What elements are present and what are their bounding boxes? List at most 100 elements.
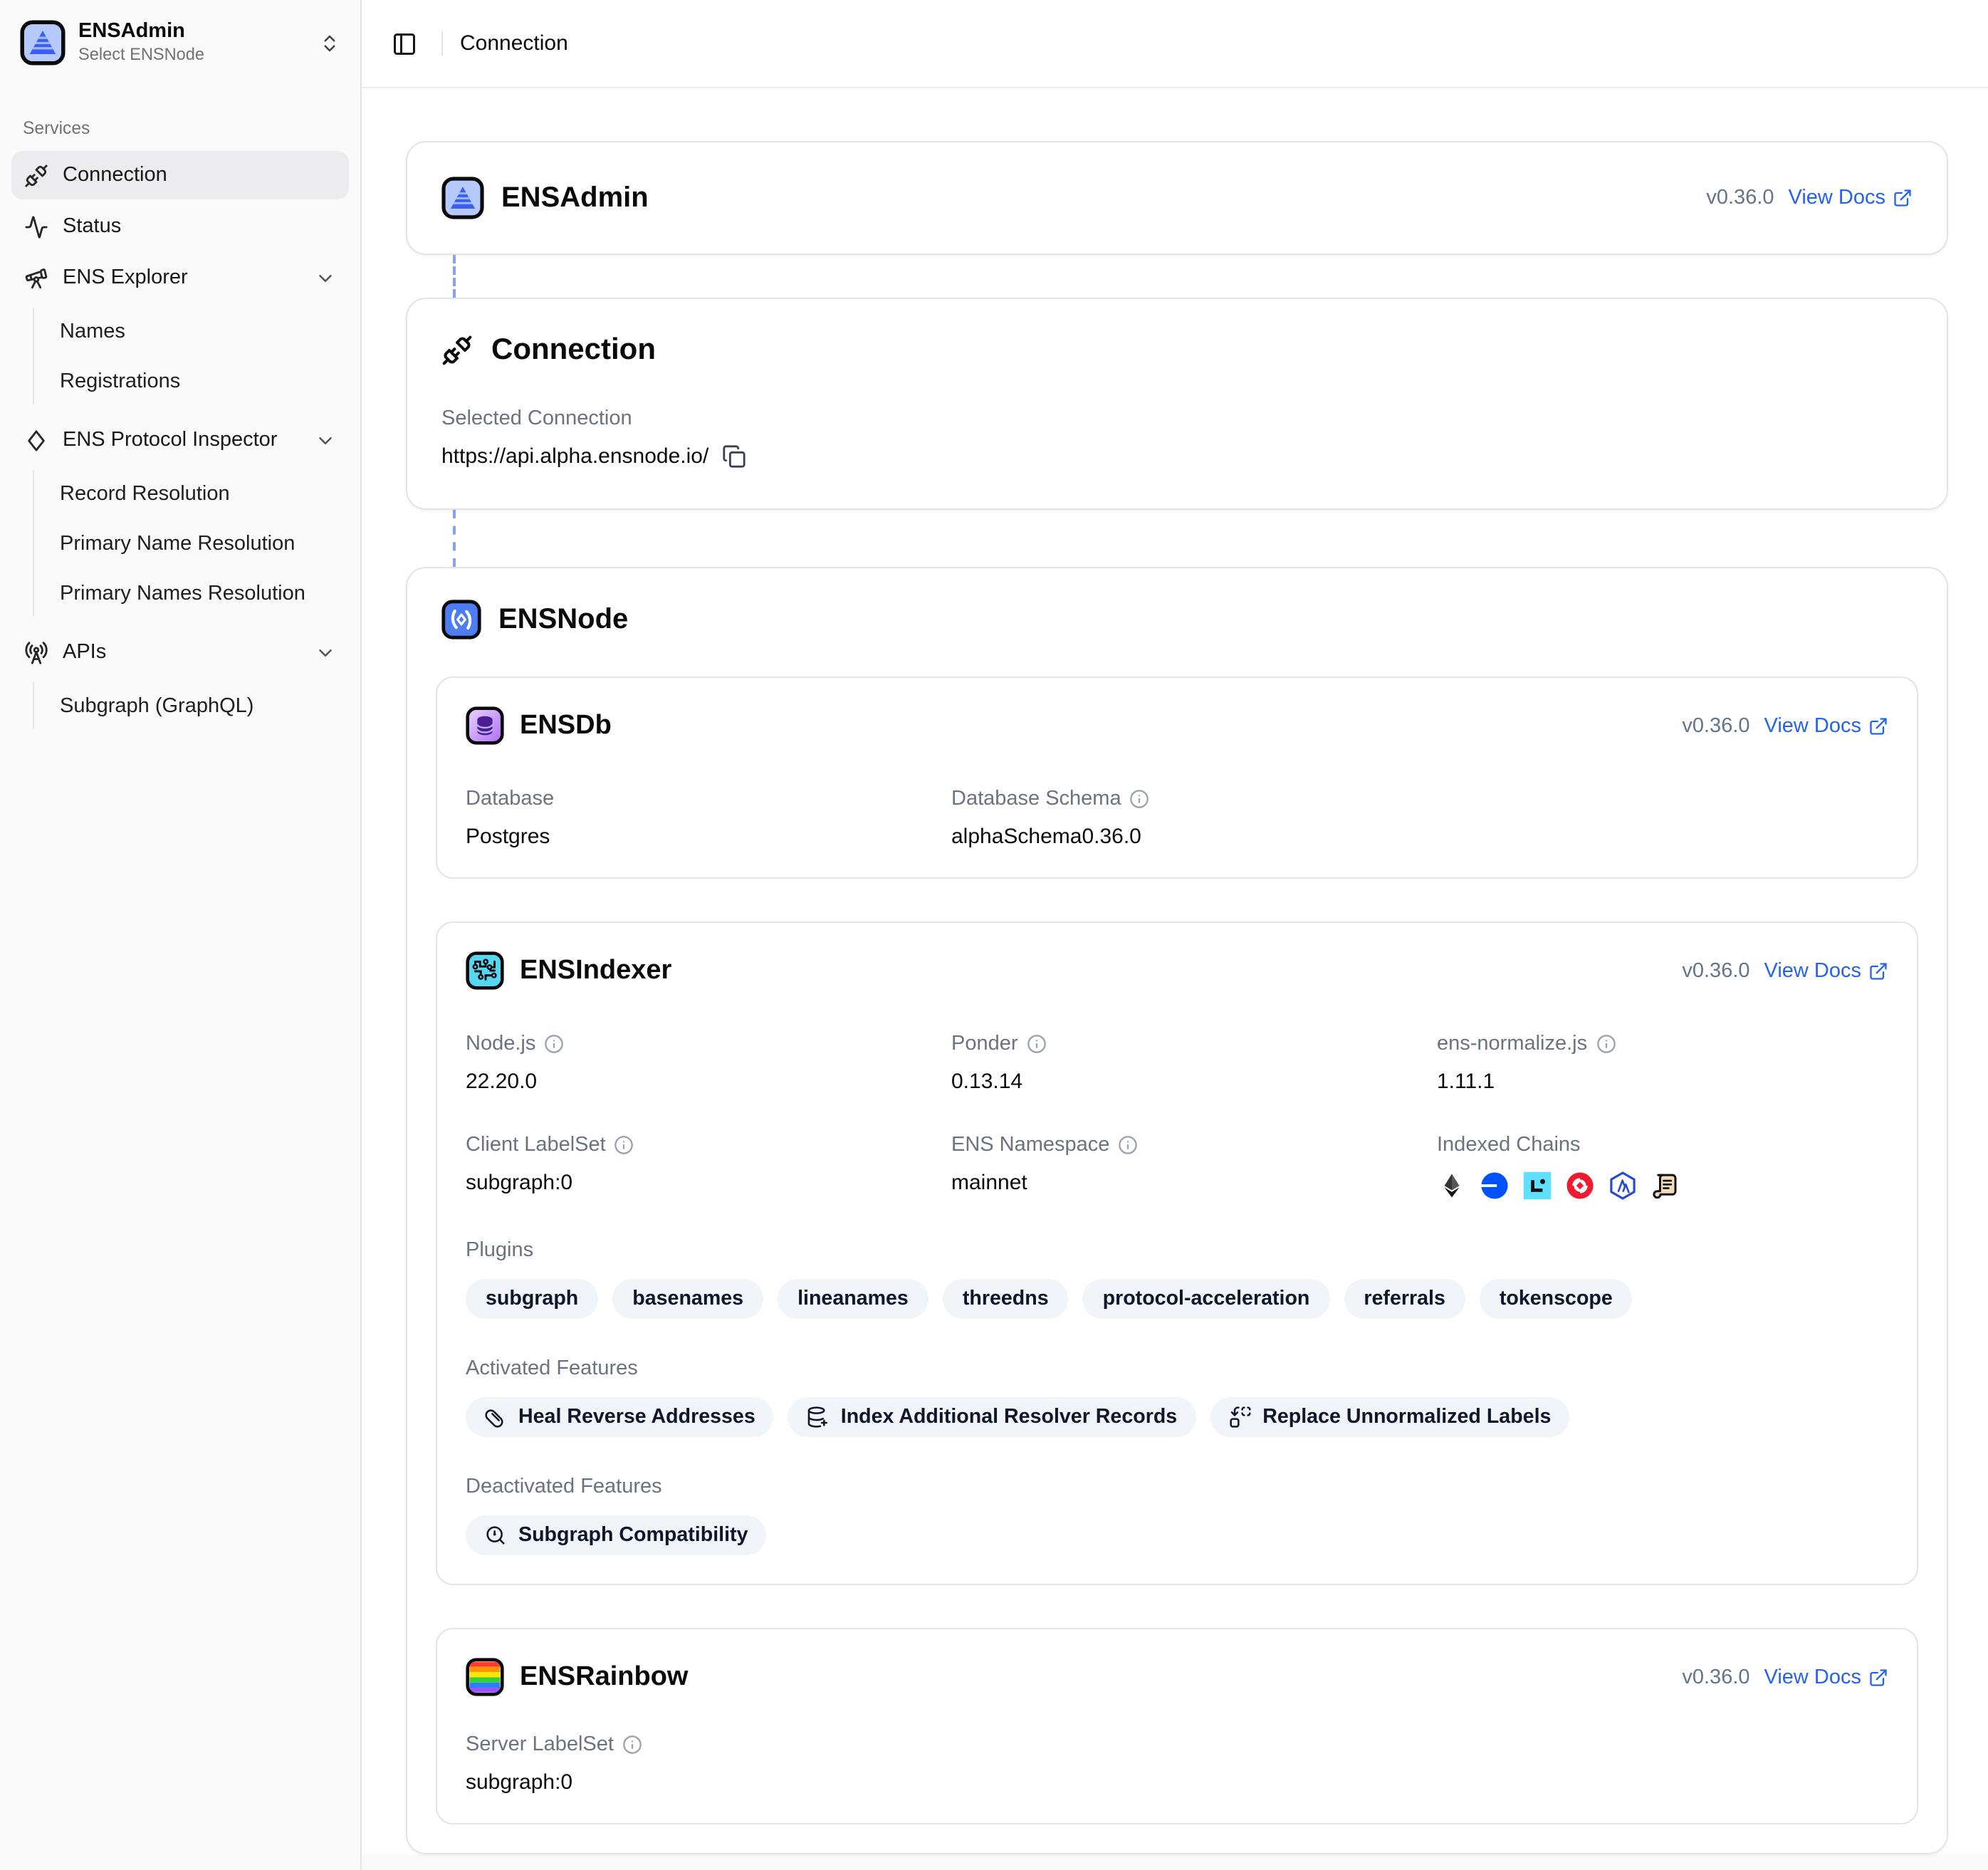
view-docs-link[interactable]: View Docs (1764, 959, 1888, 982)
view-docs-label: View Docs (1789, 187, 1885, 209)
sidebar-item-primary-name-resolution[interactable]: Primary Name Resolution (48, 520, 349, 567)
feature-label: Index Additional Resolver Records (841, 1406, 1177, 1428)
field-database: Database Postgres (466, 788, 917, 849)
ensadmin-app: ENSAdmin Select ENSNode Services Connect… (0, 0, 1988, 1870)
card-title: ENSAdmin (501, 182, 649, 214)
base-icon (1480, 1171, 1510, 1201)
subgraph-search-icon (484, 1524, 507, 1547)
activated-features-row: Heal Reverse Addresses Index Additional … (466, 1397, 1888, 1437)
ethereum-icon (1437, 1171, 1467, 1201)
scroll-icon (1650, 1171, 1680, 1201)
field-ens-normalize: ens-normalize.js 1.11.1 (1437, 1033, 1888, 1094)
ensindexer-logo-icon (466, 951, 504, 990)
version-label: v0.36.0 (1682, 1666, 1749, 1688)
ensrainbow-logo-icon (466, 1658, 504, 1696)
card-title: ENSDb (520, 710, 612, 741)
info-icon[interactable] (1130, 789, 1150, 809)
sidebar-item-label: ENS Protocol Inspector (63, 429, 277, 451)
view-docs-link[interactable]: View Docs (1764, 1666, 1888, 1688)
connector-line (453, 510, 456, 567)
sidebar-item-label: Registrations (60, 370, 180, 392)
info-icon[interactable] (1118, 1135, 1138, 1155)
sidebar-item-ens-explorer[interactable]: ENS Explorer (11, 254, 349, 302)
field-value: alphaSchema0.36.0 (951, 825, 1403, 849)
unplug-icon (441, 335, 473, 366)
page-content: ENSAdmin v0.36.0 View Docs (362, 88, 1988, 1854)
sidebar-toggle-button[interactable] (384, 23, 424, 63)
plugin-badge: threedns (943, 1279, 1069, 1319)
info-icon[interactable] (544, 1034, 564, 1054)
sidebar-item-registrations[interactable]: Registrations (48, 357, 349, 404)
field-label: Node.js (466, 1033, 535, 1055)
info-icon[interactable] (1596, 1034, 1616, 1054)
sidebar-item-label: Subgraph (GraphQL) (60, 694, 253, 717)
feature-label: Heal Reverse Addresses (518, 1406, 755, 1428)
sidebar-item-record-resolution[interactable]: Record Resolution (48, 470, 349, 517)
chevron-down-icon (315, 642, 336, 663)
card-title: Connection (491, 333, 656, 367)
plugin-badge: lineanames (778, 1279, 928, 1319)
feature-badge: Heal Reverse Addresses (466, 1397, 774, 1437)
protocol-inspector-submenu: Record Resolution Primary Name Resolutio… (33, 470, 349, 617)
field-value: subgraph:0 (466, 1770, 917, 1795)
feature-badge: Index Additional Resolver Records (788, 1397, 1196, 1437)
sidebar-item-primary-names-resolution[interactable]: Primary Names Resolution (48, 570, 349, 617)
ensdb-card: ENSDb v0.36.0 View Docs (436, 677, 1918, 879)
sidebar-item-label: APIs (63, 641, 106, 664)
sidebar-item-label: Record Resolution (60, 482, 230, 505)
field-label: Indexed Chains (1437, 1134, 1888, 1156)
sidebar-item-apis[interactable]: APIs (11, 628, 349, 677)
field-server-labelset: Server LabelSet subgraph:0 (466, 1733, 917, 1795)
sidebar-item-label: Primary Name Resolution (60, 532, 295, 555)
plugin-badge: protocol-acceleration (1083, 1279, 1330, 1319)
sidebar-item-connection[interactable]: Connection (11, 151, 349, 199)
app-subtitle: Select ENSNode (78, 46, 306, 66)
ensdb-logo-icon (466, 706, 504, 745)
deactivated-features-row: Subgraph Compatibility (466, 1515, 1888, 1555)
field-label: Client LabelSet (466, 1134, 606, 1156)
field-label: ENS Namespace (951, 1134, 1109, 1156)
topbar: Connection (362, 0, 1988, 88)
view-docs-link[interactable]: View Docs (1764, 714, 1888, 737)
ensnode-card: ENSNode (406, 567, 1948, 1854)
external-link-icon (1868, 716, 1888, 736)
card-title: ENSIndexer (520, 955, 671, 986)
ensnode-logo-icon (441, 600, 481, 639)
arbitrum-icon (1608, 1171, 1638, 1201)
field-value: subgraph:0 (466, 1171, 917, 1195)
plugin-badge: tokenscope (1480, 1279, 1633, 1319)
field-value: mainnet (951, 1171, 1403, 1195)
sidebar-item-names[interactable]: Names (48, 308, 349, 355)
sidebar-item-status[interactable]: Status (11, 202, 349, 251)
ens-explorer-submenu: Names Registrations (33, 308, 349, 404)
field-label: Database Schema (951, 788, 1121, 810)
connection-url: https://api.alpha.ensnode.io/ (441, 444, 708, 469)
activity-icon (24, 214, 48, 239)
view-docs-link[interactable]: View Docs (1789, 187, 1913, 209)
feature-label: Replace Unnormalized Labels (1262, 1406, 1551, 1428)
ensnode-selector[interactable]: ENSAdmin Select ENSNode (11, 14, 349, 71)
version-label: v0.36.0 (1682, 714, 1749, 737)
copy-icon[interactable] (721, 444, 746, 469)
view-docs-label: View Docs (1764, 959, 1861, 982)
ensadmin-card: ENSAdmin v0.36.0 View Docs (406, 141, 1948, 255)
apis-submenu: Subgraph (GraphQL) (33, 682, 349, 729)
sidebar-item-label: Connection (63, 164, 167, 187)
deactivated-features-label: Deactivated Features (466, 1475, 1888, 1498)
info-icon[interactable] (622, 1735, 642, 1755)
sidebar-item-subgraph-graphql[interactable]: Subgraph (GraphQL) (48, 682, 349, 729)
view-docs-label: View Docs (1764, 714, 1861, 737)
app-title: ENSAdmin (78, 20, 306, 44)
info-icon[interactable] (1027, 1034, 1047, 1054)
field-value: 0.13.14 (951, 1070, 1403, 1094)
field-label: ens-normalize.js (1437, 1033, 1587, 1055)
sidebar-item-label: ENS Explorer (63, 266, 188, 289)
ensadmin-logo-icon (441, 177, 484, 219)
connection-card: Connection Selected Connection https://a… (406, 298, 1948, 510)
info-icon[interactable] (614, 1135, 634, 1155)
sidebar: ENSAdmin Select ENSNode Services Connect… (0, 0, 362, 1870)
activated-features-label: Activated Features (466, 1357, 1888, 1380)
plugin-badge: basenames (612, 1279, 763, 1319)
sidebar-item-ens-protocol-inspector[interactable]: ENS Protocol Inspector (11, 416, 349, 464)
plugin-badge: subgraph (466, 1279, 598, 1319)
